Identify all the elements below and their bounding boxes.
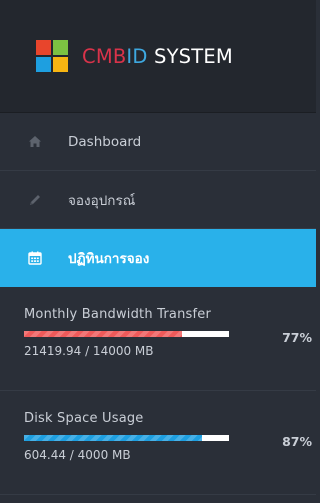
brand-header[interactable]: CMBID SYSTEM — [0, 0, 316, 113]
sidebar-item-dashboard[interactable]: Dashboard — [0, 113, 316, 171]
home-icon — [24, 131, 46, 153]
calendar-icon — [24, 247, 46, 269]
bandwidth-progress-bar — [24, 331, 229, 337]
stat-values: 21419.94 / 14000 MB — [24, 344, 154, 358]
pencil-icon — [24, 189, 46, 211]
stat-values: 604.44 / 4000 MB — [24, 448, 131, 462]
stat-title: Monthly Bandwidth Transfer — [24, 307, 211, 322]
disk-progress-bar — [24, 435, 229, 441]
sidebar-item-label: Dashboard — [68, 133, 142, 150]
logo-quadrant-yellow — [53, 57, 68, 72]
disk-stat: Disk Space Usage 604.44 / 4000 MB 87% — [0, 391, 316, 495]
logo-quadrant-red — [36, 40, 51, 55]
sidebar-item-booking[interactable]: จองอุปกรณ์ — [0, 171, 316, 229]
brand-title: CMBID SYSTEM — [82, 45, 233, 68]
stat-percent: 77% — [282, 330, 312, 345]
disk-progress-fill — [24, 435, 203, 441]
stat-percent: 87% — [282, 434, 312, 449]
sidebar-item-label: จองอุปกรณ์ — [68, 192, 136, 209]
sidebar-menu: Dashboard จองอุปกรณ์ ปฏิทินการจอง — [0, 113, 316, 287]
sidebar-item-calendar[interactable]: ปฏิทินการจอง — [0, 229, 316, 287]
bandwidth-progress-fill — [24, 331, 182, 337]
logo-quadrant-green — [53, 40, 68, 55]
windows-logo-icon — [36, 40, 68, 72]
logo-quadrant-blue — [36, 57, 51, 72]
bandwidth-stat: Monthly Bandwidth Transfer 21419.94 / 14… — [0, 287, 316, 391]
sidebar-item-label: ปฏิทินการจอง — [68, 250, 150, 267]
sidebar: CMBID SYSTEM Dashboard จองอุปกรณ์ ปฏิทิน… — [0, 0, 316, 503]
stat-title: Disk Space Usage — [24, 411, 144, 426]
brand-title-part-2: ID — [126, 44, 148, 68]
brand-title-part-1: CMB — [82, 44, 127, 68]
brand-title-part-3: SYSTEM — [147, 44, 233, 68]
